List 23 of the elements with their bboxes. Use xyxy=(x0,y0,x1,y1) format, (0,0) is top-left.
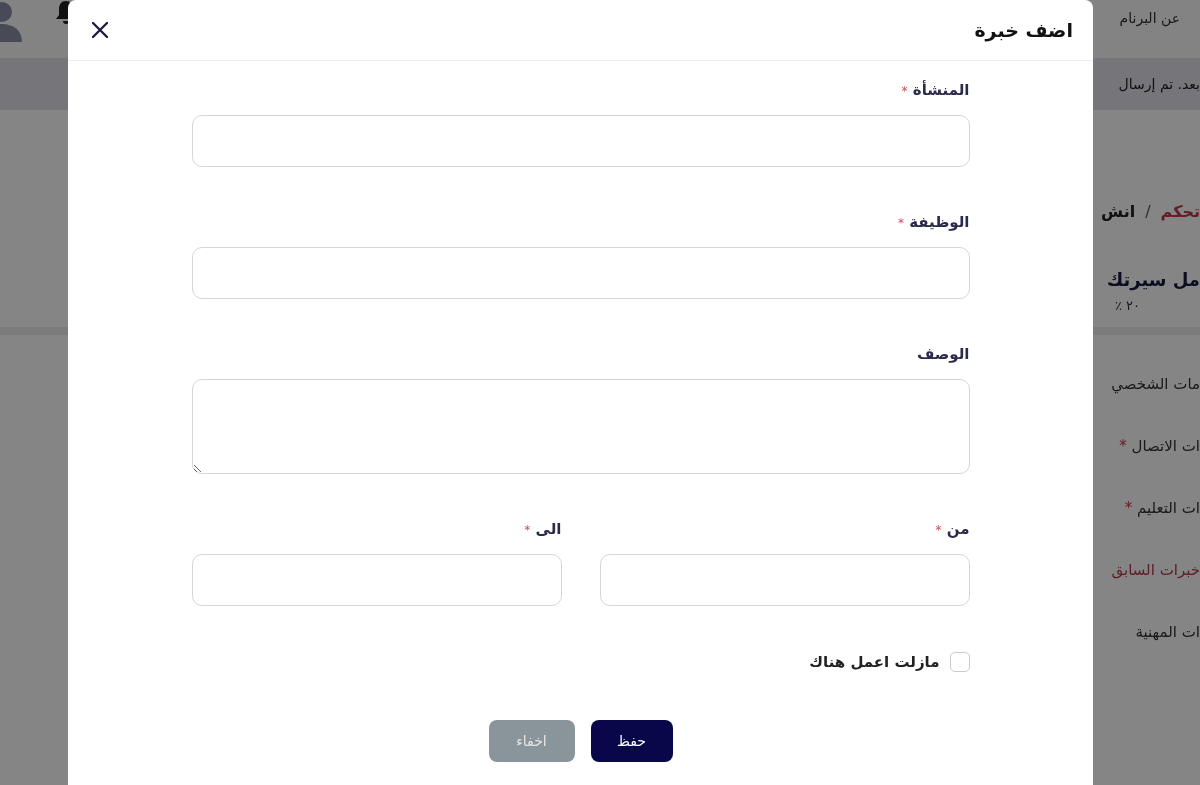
page-heading: مل سيرتك xyxy=(1105,269,1200,290)
checkbox[interactable] xyxy=(949,652,970,672)
input-field[interactable] xyxy=(191,554,562,606)
field-label: الوصف xyxy=(916,345,970,365)
input-field[interactable] xyxy=(191,379,970,474)
field-label: الى * xyxy=(524,520,562,540)
close-icon[interactable] xyxy=(90,20,110,40)
input-field[interactable] xyxy=(599,554,970,606)
field-label: المنشأة * xyxy=(901,81,970,101)
nav-link[interactable]: عن البرنام xyxy=(1119,10,1180,26)
breadcrumb-separator: / xyxy=(1145,202,1151,221)
hide-button[interactable]: اخفاء xyxy=(488,720,575,762)
dialog-title: اضف خبرة xyxy=(974,19,1073,41)
input-field[interactable] xyxy=(191,247,970,299)
notice-text: بعد. تم إرسال xyxy=(1118,76,1200,92)
checkbox-label: مازلت اعمل هناك xyxy=(809,653,940,671)
input-field[interactable] xyxy=(191,115,970,167)
field-label: من * xyxy=(935,520,970,540)
save-button[interactable]: حفظ xyxy=(590,720,673,762)
breadcrumb-item: انش xyxy=(1101,202,1136,221)
progress-text: ٢٠ ٪ xyxy=(1114,298,1140,313)
breadcrumb-item[interactable]: تحكم xyxy=(1160,202,1200,221)
field-label: الوظيفة * xyxy=(897,213,970,233)
